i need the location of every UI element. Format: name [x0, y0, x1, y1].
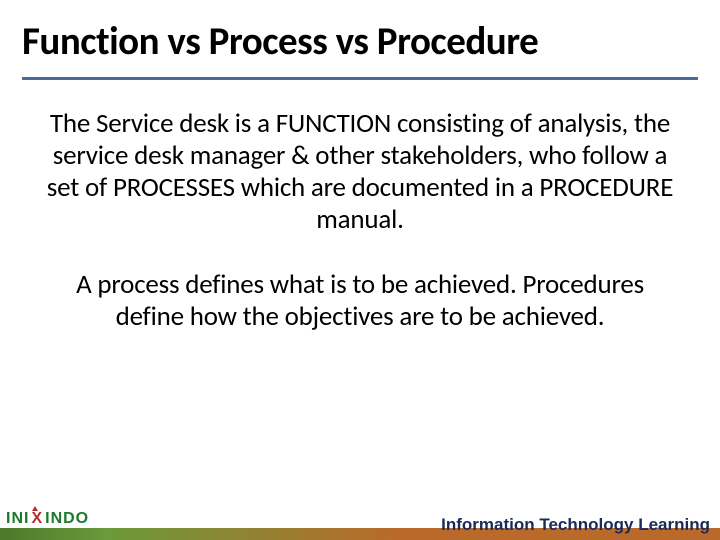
title-area: Function vs Process vs Procedure	[0, 0, 720, 71]
logo-text-suffix: INDO	[45, 510, 89, 527]
logo: INIXINDO	[6, 510, 89, 528]
logo-text-prefix: INI	[6, 510, 29, 527]
body-area: The Service desk is a FUNCTION consistin…	[0, 80, 720, 333]
footer: INIXINDO Information Technology Learning	[0, 508, 720, 540]
slide-title: Function vs Process vs Procedure	[22, 18, 698, 65]
footer-tagline: Information Technology Learning	[441, 515, 710, 535]
slide: Function vs Process vs Procedure The Ser…	[0, 0, 720, 540]
paragraph-2: A process defines what is to be achieved…	[40, 269, 680, 333]
logo-x-icon: X	[29, 510, 45, 528]
paragraph-1: The Service desk is a FUNCTION consistin…	[40, 108, 680, 235]
